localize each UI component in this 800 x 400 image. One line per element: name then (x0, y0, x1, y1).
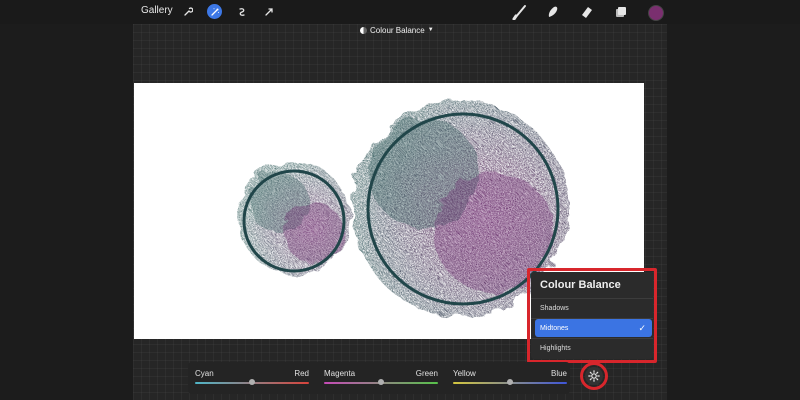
slider-right-label: Green (415, 369, 438, 378)
transform-arrow-icon[interactable] (261, 4, 276, 19)
small-watercolor-blob (238, 162, 350, 274)
slider-left-label: Yellow (453, 369, 476, 378)
popup-item-label: Midtones (540, 324, 569, 332)
gallery-button[interactable]: Gallery (141, 5, 173, 16)
popup-title: Colour Balance (540, 279, 621, 291)
gear-icon[interactable] (585, 367, 603, 385)
eraser-icon[interactable] (578, 3, 596, 21)
top-toolbar: Gallery (0, 0, 800, 24)
slider-right-label: Blue (550, 369, 567, 378)
chevron-down-icon: ▼ (427, 27, 434, 33)
slider-left-label: Magenta (324, 369, 356, 378)
colour-balance-popup: Colour Balance Shadows Midtones ✓ Highli… (531, 272, 653, 359)
slider-thumb[interactable] (378, 379, 384, 385)
brush-icon[interactable] (511, 3, 529, 21)
popup-item-highlights[interactable]: Highlights (531, 339, 653, 357)
slider-left-label: Cyan (195, 369, 214, 378)
popup-item-midtones[interactable]: Midtones ✓ (535, 319, 652, 337)
slider-thumb[interactable] (507, 379, 513, 385)
slider-thumb[interactable] (249, 379, 255, 385)
popup-item-label: Shadows (540, 304, 569, 312)
colour-balance-sliders: Cyan Red Magenta Green Yellow Blue (188, 362, 570, 394)
slider-right-label: Red (294, 369, 309, 378)
colour-balance-icon (360, 26, 367, 34)
popup-item-shadows[interactable]: Shadows (531, 299, 653, 317)
selection-icon[interactable] (234, 4, 249, 19)
smudge-icon[interactable] (544, 3, 562, 21)
slider-cyan-red[interactable]: Cyan Red (195, 362, 309, 394)
wrench-icon[interactable] (180, 4, 195, 19)
slider-yellow-blue[interactable]: Yellow Blue (453, 362, 567, 394)
color-swatch-button[interactable] (648, 5, 664, 21)
popup-item-label: Highlights (540, 344, 571, 352)
slider-magenta-green[interactable]: Magenta Green (324, 362, 438, 394)
layers-icon[interactable] (612, 3, 630, 21)
adjustment-title[interactable]: Colour Balance ▼ (360, 24, 440, 36)
adjustment-title-label: Colour Balance (370, 25, 425, 35)
checkmark-icon: ✓ (638, 322, 646, 333)
magic-wand-icon[interactable] (207, 4, 222, 19)
